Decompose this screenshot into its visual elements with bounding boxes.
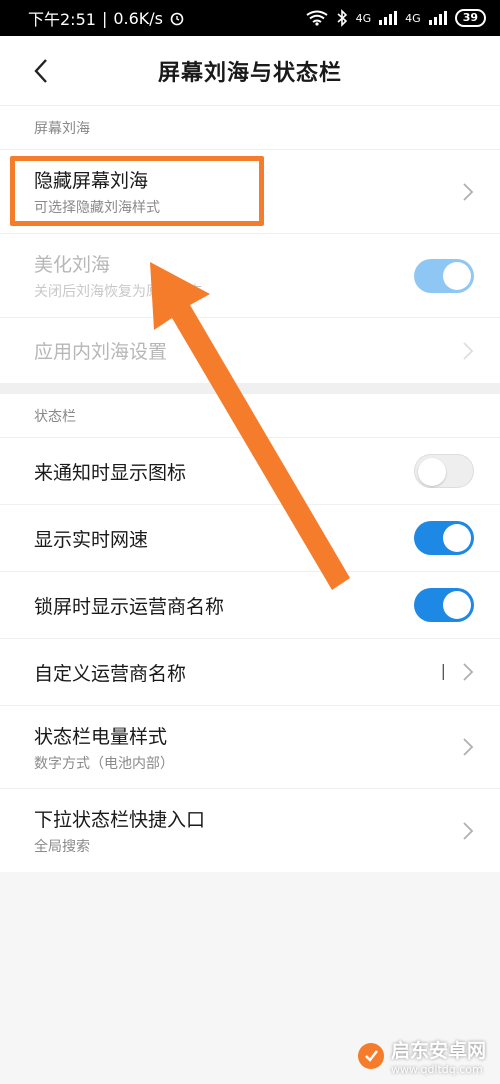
pulldown-shortcut-sub: 全局搜索: [34, 839, 90, 855]
section-divider: [0, 384, 500, 394]
battery-style-label: 状态栏电量样式: [34, 725, 168, 748]
chevron-right-icon: [463, 663, 474, 681]
app-notch-row: 应用内刘海设置: [0, 318, 500, 384]
beautify-notch-row: 美化刘海 关闭后刘海恢复为原始形态: [0, 234, 500, 318]
carrier-lock-toggle[interactable]: [414, 588, 474, 622]
app-notch-label: 应用内刘海设置: [34, 341, 168, 363]
alarm-icon: [170, 12, 184, 26]
net-speed-toggle[interactable]: [414, 521, 474, 555]
net-speed-row[interactable]: 显示实时网速: [0, 505, 500, 572]
network-label-1: 4G: [355, 11, 372, 25]
notify-icon-row[interactable]: 来通知时显示图标: [0, 438, 500, 505]
toggle-knob: [443, 261, 471, 290]
network-label-2: 4G: [405, 11, 421, 25]
status-divider: |: [101, 8, 108, 28]
annotation-highlight-box: [10, 156, 264, 226]
signal-icon-2: [428, 11, 447, 25]
wifi-icon: [306, 10, 328, 26]
back-arrow-icon[interactable]: [30, 56, 54, 86]
chevron-right-icon: [463, 738, 474, 756]
watermark: 启东安卓网 www.qdltdq.com: [357, 1036, 486, 1076]
battery-style-sub: 数字方式（电池内部）: [34, 755, 174, 772]
custom-carrier-label: 自定义运营商名称: [34, 662, 187, 685]
notify-icon-toggle[interactable]: [414, 454, 474, 488]
toggle-knob: [418, 458, 446, 486]
pulldown-shortcut-row[interactable]: 下拉状态栏快捷入口 全局搜索: [0, 789, 500, 872]
section-title-statusbar: 状态栏: [0, 394, 500, 438]
battery-indicator: 39: [454, 9, 486, 27]
app-header: 屏幕刘海与状态栏: [0, 36, 500, 106]
chevron-right-icon: [463, 821, 474, 840]
section-title-notch: 屏幕刘海: [0, 106, 500, 150]
signal-icon-1: [379, 11, 398, 25]
battery-style-row[interactable]: 状态栏电量样式 数字方式（电池内部）: [0, 706, 500, 789]
toggle-knob: [443, 591, 471, 619]
watermark-url: www.qdltdq.com: [390, 1063, 483, 1076]
custom-carrier-value: |: [440, 661, 446, 680]
pulldown-shortcut-label: 下拉状态栏快捷入口: [34, 809, 206, 831]
beautify-notch-toggle: [414, 258, 474, 293]
chevron-right-icon: [463, 341, 474, 360]
custom-carrier-row[interactable]: 自定义运营商名称 |: [0, 639, 500, 706]
status-bar: 下午2:51 | 0.6K/s 4G 4G 39: [0, 0, 500, 36]
status-time: 下午2:51: [28, 10, 96, 29]
bluetooth-icon: [337, 9, 347, 27]
status-speed: 0.6K/s: [113, 8, 163, 28]
watermark-text: 启东安卓网: [390, 1040, 486, 1062]
page-title: 屏幕刘海与状态栏: [157, 60, 342, 86]
chevron-right-icon: [463, 182, 474, 201]
watermark-logo-icon: [357, 1043, 384, 1069]
carrier-lock-row[interactable]: 锁屏时显示运营商名称: [0, 572, 500, 639]
toggle-knob: [443, 524, 471, 552]
